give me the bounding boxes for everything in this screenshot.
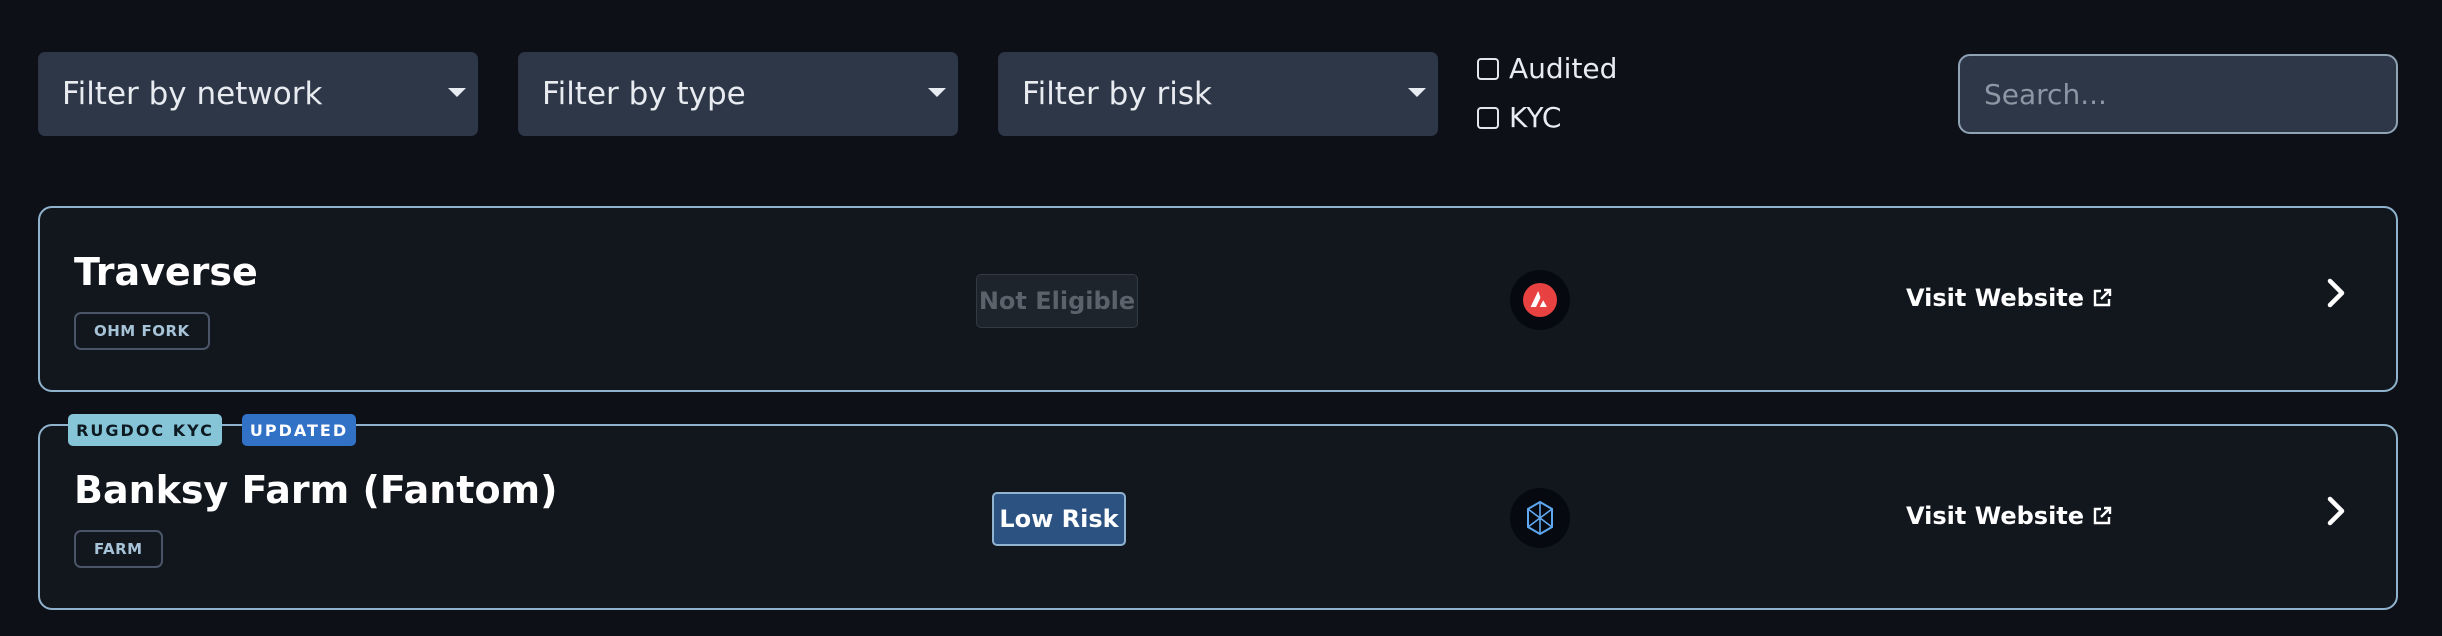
visit-website-link[interactable]: Visit Website <box>1906 284 2112 312</box>
network-filter-select[interactable]: Filter by network <box>38 52 478 136</box>
search-input[interactable] <box>1958 54 2398 134</box>
audited-checkbox[interactable]: Audited <box>1477 52 1617 85</box>
kyc-checkbox[interactable]: KYC <box>1477 101 1562 134</box>
risk-filter-label: Filter by risk <box>1022 76 1212 112</box>
visit-website-label: Visit Website <box>1906 284 2085 312</box>
checkbox-icon[interactable] <box>1477 106 1499 129</box>
rugdoc-kyc-badge: RUGDOC KYC <box>68 414 222 446</box>
visit-website-label: Visit Website <box>1906 502 2085 530</box>
caret-down-icon <box>1408 88 1426 97</box>
risk-filter-select[interactable]: Filter by risk <box>998 52 1438 136</box>
external-link-icon <box>2093 506 2112 525</box>
project-card[interactable]: Traverse OHM FORK Not Eligible Visit Web… <box>38 206 2398 392</box>
project-name: Banksy Farm (Fantom) <box>74 468 558 512</box>
risk-badge: Not Eligible <box>976 274 1138 328</box>
chevron-right-icon[interactable] <box>2326 496 2348 526</box>
filter-bar: Filter by network Filter by type Filter … <box>0 0 2442 180</box>
chevron-right-icon[interactable] <box>2326 278 2348 308</box>
caret-down-icon <box>448 88 466 97</box>
fantom-icon <box>1510 488 1570 548</box>
audited-checkbox-label: Audited <box>1509 52 1618 85</box>
project-name: Traverse <box>74 250 258 294</box>
checkbox-icon[interactable] <box>1477 57 1499 80</box>
avalanche-icon <box>1510 270 1570 330</box>
updated-badge: UPDATED <box>242 414 356 446</box>
project-card[interactable]: Banksy Farm (Fantom) FARM Low Risk Visit… <box>38 424 2398 610</box>
kyc-checkbox-label: KYC <box>1509 101 1562 134</box>
risk-badge: Low Risk <box>992 492 1126 546</box>
external-link-icon <box>2093 288 2112 307</box>
visit-website-link[interactable]: Visit Website <box>1906 502 2112 530</box>
network-filter-label: Filter by network <box>62 76 323 112</box>
type-filter-select[interactable]: Filter by type <box>518 52 958 136</box>
project-type-tag: OHM FORK <box>74 312 210 350</box>
type-filter-label: Filter by type <box>542 76 746 112</box>
project-type-tag: FARM <box>74 530 163 568</box>
caret-down-icon <box>928 88 946 97</box>
